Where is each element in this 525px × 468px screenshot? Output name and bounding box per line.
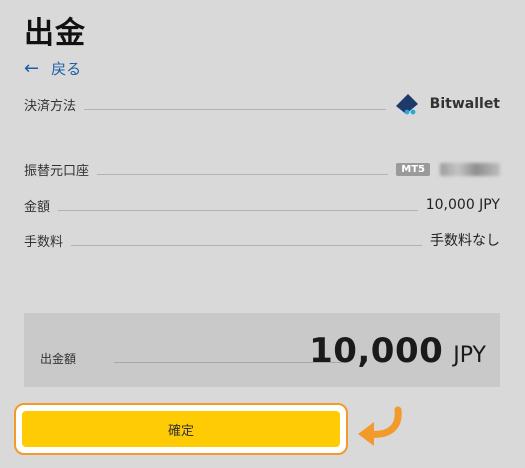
dotted-leader: [58, 209, 418, 211]
dotted-leader: [114, 362, 342, 363]
amount-label: 金額: [24, 199, 51, 215]
withdrawal-total-box: 出金額 10,000 JPY: [24, 313, 500, 387]
page-title: 出金: [24, 16, 86, 51]
source-account-row: 振替元口座 MT5: [24, 158, 500, 180]
fee-label: 手数料: [24, 234, 64, 250]
withdrawal-page: 出金 ← 戻る 決済方法 Bitwallet 振替元口座 MT5 金額 10,0…: [0, 0, 525, 468]
withdrawal-total-amount: 10,000: [309, 331, 444, 371]
back-label: 戻る: [51, 60, 82, 78]
mt5-badge: MT5: [396, 162, 430, 176]
amount-value: 10,000 JPY: [425, 197, 500, 213]
back-link[interactable]: ← 戻る: [24, 58, 81, 79]
dotted-leader: [97, 173, 389, 175]
payment-method-row: 決済方法 Bitwallet: [24, 91, 500, 117]
source-account-label: 振替元口座: [24, 163, 90, 179]
dotted-leader: [84, 108, 386, 110]
withdrawal-total-label: 出金額: [40, 352, 77, 366]
fee-value: 手数料なし: [430, 233, 500, 249]
bitwallet-logo-icon: [395, 94, 418, 115]
account-number-redacted: [440, 162, 500, 176]
confirm-button-highlight: 確定: [14, 403, 348, 455]
curved-arrow-pointer-icon: [358, 406, 402, 446]
payment-method-value: Bitwallet: [429, 96, 500, 112]
confirm-button[interactable]: 確定: [22, 411, 340, 447]
dotted-leader: [71, 244, 422, 246]
fee-row: 手数料 手数料なし: [24, 229, 500, 251]
withdrawal-total-currency: JPY: [453, 343, 486, 368]
arrow-left-icon: ←: [24, 57, 40, 79]
amount-row: 金額 10,000 JPY: [24, 194, 500, 216]
payment-method-label: 決済方法: [24, 98, 77, 114]
